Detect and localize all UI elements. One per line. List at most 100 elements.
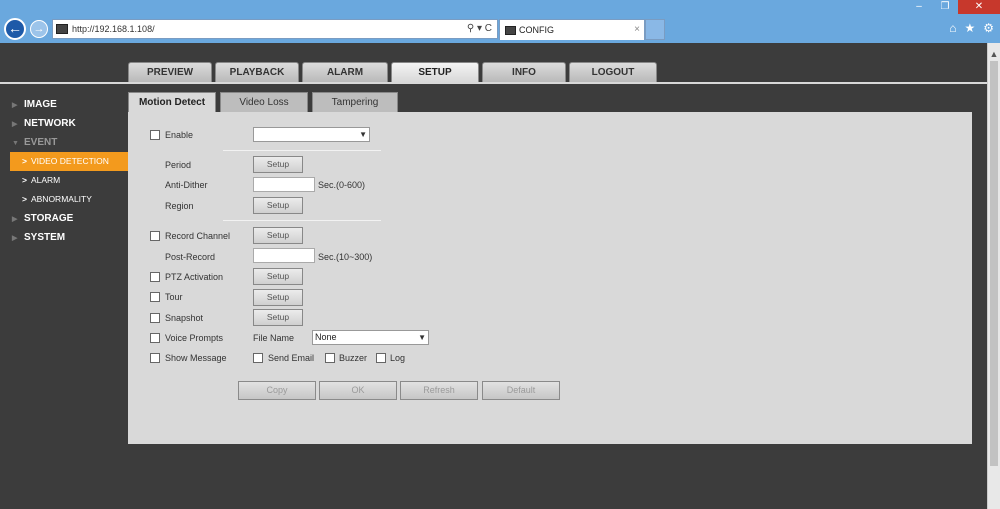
buzzer-checkbox[interactable] bbox=[325, 353, 335, 363]
top-menu: PREVIEW PLAYBACK ALARM SETUP INFO LOGOUT bbox=[128, 62, 657, 82]
chevron-right-icon: > bbox=[22, 156, 27, 166]
file-name-value: None bbox=[315, 332, 337, 342]
sidebar-label: NETWORK bbox=[24, 118, 76, 129]
menu-logout[interactable]: LOGOUT bbox=[569, 62, 657, 82]
divider bbox=[223, 150, 381, 151]
address-bar[interactable]: http://192.168.1.108/ ⚲ ▾ C bbox=[52, 19, 498, 39]
enable-select[interactable]: ▼ bbox=[253, 127, 370, 142]
triangle-down-icon: ▼ bbox=[12, 140, 19, 147]
record-channel-setup-button[interactable]: Setup bbox=[253, 227, 303, 244]
voice-prompts-checkbox[interactable] bbox=[150, 333, 160, 343]
sidebar-item-storage[interactable]: ▶ STORAGE bbox=[10, 209, 128, 228]
motion-detect-panel: Enable ▼ Period Setup Anti-Dither Sec.(0… bbox=[128, 112, 972, 444]
triangle-right-icon: ▶ bbox=[12, 216, 18, 223]
menu-divider bbox=[0, 82, 987, 84]
sidebar-label: STORAGE bbox=[24, 213, 74, 224]
sidebar-item-system[interactable]: ▶ SYSTEM bbox=[10, 228, 128, 247]
minimize-button[interactable]: – bbox=[906, 0, 932, 14]
snapshot-label: Snapshot bbox=[165, 313, 204, 323]
page-scrollbar[interactable]: ▲ bbox=[987, 43, 1000, 509]
sidebar-label: SYSTEM bbox=[24, 232, 66, 243]
anti-dither-label: Anti-Dither bbox=[165, 180, 208, 190]
sidebar-label: VIDEO DETECTION bbox=[30, 156, 109, 166]
sidebar-item-abnormality[interactable]: > ABNORMALITY bbox=[10, 190, 128, 209]
top-bar: PREVIEW PLAYBACK ALARM SETUP INFO LOGOUT bbox=[0, 43, 987, 84]
sidebar: ▶ IMAGE ▶ NETWORK ▼ EVENT > VIDEO DETECTION … bbox=[10, 95, 128, 247]
dropdown-arrow-icon: ▼ bbox=[359, 130, 367, 139]
sidebar-item-event[interactable]: ▼ EVENT bbox=[10, 133, 128, 152]
sidebar-label: ALARM bbox=[30, 175, 61, 185]
tab-title: CONFIG bbox=[519, 25, 554, 35]
chevron-right-icon: > bbox=[22, 194, 27, 204]
triangle-right-icon: ▶ bbox=[12, 121, 18, 128]
sidebar-label: IMAGE bbox=[24, 99, 57, 110]
send-email-checkbox[interactable] bbox=[253, 353, 263, 363]
tab-favicon-icon bbox=[505, 26, 516, 35]
new-tab-button[interactable] bbox=[645, 19, 665, 40]
menu-playback[interactable]: PLAYBACK bbox=[215, 62, 299, 82]
refresh-button[interactable]: Refresh bbox=[400, 381, 478, 400]
site-favicon-icon bbox=[56, 24, 68, 34]
home-icon[interactable]: ⌂ bbox=[949, 21, 956, 35]
period-setup-button[interactable]: Setup bbox=[253, 156, 303, 173]
show-message-label: Show Message bbox=[165, 353, 227, 363]
sidebar-label: ABNORMALITY bbox=[30, 194, 92, 204]
back-arrow-icon[interactable]: ← bbox=[4, 18, 26, 40]
show-message-checkbox[interactable] bbox=[150, 353, 160, 363]
post-record-input[interactable] bbox=[253, 248, 315, 263]
browser-tab-config[interactable]: CONFIG × bbox=[499, 19, 645, 40]
record-channel-checkbox[interactable] bbox=[150, 231, 160, 241]
scroll-thumb[interactable] bbox=[990, 61, 998, 466]
ptz-activation-label: PTZ Activation bbox=[165, 272, 224, 282]
enable-label: Enable bbox=[165, 130, 194, 140]
ptz-activation-checkbox[interactable] bbox=[150, 272, 160, 282]
menu-preview[interactable]: PREVIEW bbox=[128, 62, 212, 82]
snapshot-checkbox[interactable] bbox=[150, 313, 160, 323]
tour-setup-button[interactable]: Setup bbox=[253, 289, 303, 306]
default-button[interactable]: Default bbox=[482, 381, 560, 400]
dropdown-arrow-icon: ▼ bbox=[418, 333, 426, 342]
record-channel-label: Record Channel bbox=[165, 231, 231, 241]
sidebar-item-network[interactable]: ▶ NETWORK bbox=[10, 114, 128, 133]
sidebar-item-video-detection[interactable]: > VIDEO DETECTION bbox=[10, 152, 128, 171]
scroll-up-arrow-icon[interactable]: ▲ bbox=[988, 49, 1000, 59]
snapshot-setup-button[interactable]: Setup bbox=[253, 309, 303, 326]
sidebar-item-alarm[interactable]: > ALARM bbox=[10, 171, 128, 190]
tour-checkbox[interactable] bbox=[150, 292, 160, 302]
enable-checkbox[interactable] bbox=[150, 130, 160, 140]
sidebar-label: EVENT bbox=[24, 137, 58, 148]
anti-dither-input[interactable] bbox=[253, 177, 315, 192]
menu-alarm[interactable]: ALARM bbox=[302, 62, 388, 82]
browser-chrome: – ❐ ✕ ← → http://192.168.1.108/ ⚲ ▾ C CO… bbox=[0, 0, 1000, 43]
tab-close-icon[interactable]: × bbox=[634, 24, 640, 35]
ptz-setup-button[interactable]: Setup bbox=[253, 268, 303, 285]
sidebar-item-image[interactable]: ▶ IMAGE bbox=[10, 95, 128, 114]
send-email-label: Send Email bbox=[268, 353, 315, 363]
file-name-label: File Name bbox=[253, 333, 295, 343]
close-window-button[interactable]: ✕ bbox=[958, 0, 1000, 14]
tab-video-loss[interactable]: Video Loss bbox=[220, 92, 308, 112]
region-setup-button[interactable]: Setup bbox=[253, 197, 303, 214]
restore-button[interactable]: ❐ bbox=[932, 0, 958, 14]
tour-label: Tour bbox=[165, 292, 183, 302]
copy-button[interactable]: Copy bbox=[238, 381, 316, 400]
window-controls: – ❐ ✕ bbox=[906, 0, 1000, 14]
log-checkbox[interactable] bbox=[376, 353, 386, 363]
post-record-label: Post-Record bbox=[165, 252, 216, 262]
log-label: Log bbox=[390, 353, 406, 363]
buzzer-label: Buzzer bbox=[339, 353, 368, 363]
search-refresh-icons[interactable]: ⚲ ▾ C bbox=[467, 23, 492, 34]
tab-motion-detect[interactable]: Motion Detect bbox=[128, 92, 216, 112]
menu-setup[interactable]: SETUP bbox=[391, 62, 479, 82]
star-icon[interactable]: ★ bbox=[964, 21, 975, 35]
menu-info[interactable]: INFO bbox=[482, 62, 566, 82]
triangle-right-icon: ▶ bbox=[12, 102, 18, 109]
voice-prompts-label: Voice Prompts bbox=[165, 333, 224, 343]
tab-tampering[interactable]: Tampering bbox=[312, 92, 398, 112]
forward-arrow-icon[interactable]: → bbox=[30, 20, 48, 38]
post-record-unit: Sec.(10~300) bbox=[318, 252, 373, 262]
file-name-select[interactable]: None ▼ bbox=[312, 330, 429, 345]
gear-icon[interactable]: ⚙ bbox=[983, 21, 994, 35]
url-text: http://192.168.1.108/ bbox=[72, 24, 155, 34]
ok-button[interactable]: OK bbox=[319, 381, 397, 400]
